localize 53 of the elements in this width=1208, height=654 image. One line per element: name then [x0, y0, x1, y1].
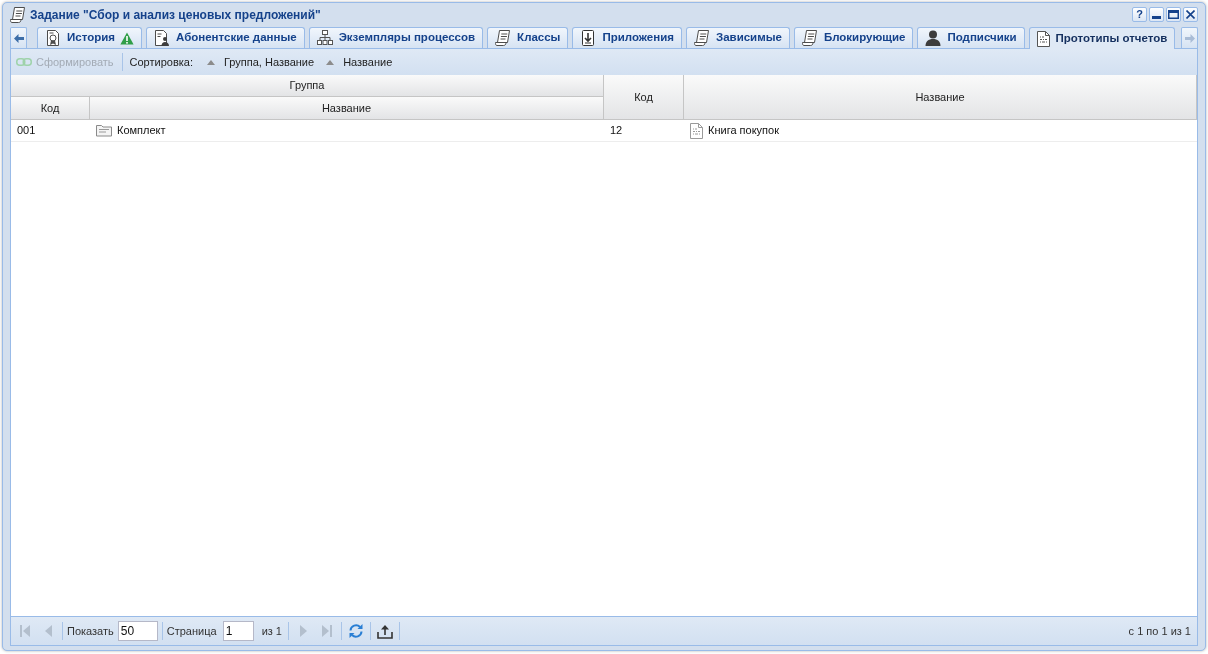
download-icon	[580, 30, 597, 46]
tab[interactable]: Классы	[487, 27, 569, 48]
column-header[interactable]: Название	[684, 75, 1197, 120]
page-label: Страница	[166, 623, 217, 639]
page-size-label: Показать	[67, 623, 114, 639]
sort-label: Сортировка:	[129, 54, 193, 70]
scroll-icon	[801, 30, 818, 46]
last-page-icon	[320, 625, 332, 637]
certificate-icon	[45, 30, 61, 46]
report-icon	[1036, 30, 1050, 47]
column-header[interactable]: Код	[11, 97, 90, 120]
minimize-button[interactable]	[1149, 7, 1164, 22]
display-info: с 1 по 1 из 1	[1128, 623, 1191, 639]
window-title: Задание "Сбор и анализ ценовых предложений"	[30, 6, 321, 24]
table-cell-text: Книга покупок	[708, 123, 779, 139]
tab[interactable]: Приложения	[572, 27, 682, 48]
column-header[interactable]: Название	[90, 97, 604, 120]
person-icon	[925, 30, 942, 46]
link-icon	[16, 58, 32, 66]
hierarchy-icon	[316, 30, 333, 46]
tab[interactable]: Экземпляры процессов	[308, 27, 484, 48]
refresh-icon	[348, 623, 364, 639]
tab[interactable]: Абонентские данные	[146, 27, 305, 48]
sort-button[interactable]: Группа, Название	[201, 51, 321, 73]
page-count: из 1	[261, 623, 282, 639]
column-group-header: Группа	[11, 75, 604, 97]
scroll-icon	[495, 30, 512, 46]
upload-icon	[377, 623, 393, 639]
column-header[interactable]: Код	[604, 75, 684, 120]
tab[interactable]: Зависимые	[685, 27, 790, 48]
maximize-button[interactable]	[1166, 7, 1181, 22]
scroll-icon	[693, 30, 710, 46]
folder-icon	[96, 124, 112, 137]
table-cell-text: Комплект	[117, 123, 166, 139]
document-person-icon	[154, 30, 170, 46]
table-cell-text: 001	[17, 123, 36, 139]
table-cell-text: 12	[610, 123, 623, 139]
close-icon	[1186, 10, 1195, 19]
page-size-field[interactable]: 50	[117, 621, 158, 641]
sort-button[interactable]: Название	[320, 51, 399, 73]
tab[interactable]: Подписчики	[917, 27, 1025, 48]
arrow-right-icon	[1184, 33, 1195, 43]
tab[interactable]: Прототипы отчетов	[1028, 27, 1176, 49]
tab[interactable]: История	[37, 27, 142, 48]
scroll-left-button[interactable]	[10, 27, 27, 48]
arrow-left-icon	[13, 33, 24, 43]
scroll-icon	[10, 6, 26, 23]
tab[interactable]: Блокирующие	[793, 27, 914, 48]
maximize-icon	[1168, 10, 1179, 19]
page-number-field[interactable]: 1	[222, 621, 254, 641]
first-page-icon	[19, 625, 31, 637]
close-button[interactable]	[1183, 7, 1198, 22]
help-button[interactable]: ?	[1132, 7, 1147, 22]
